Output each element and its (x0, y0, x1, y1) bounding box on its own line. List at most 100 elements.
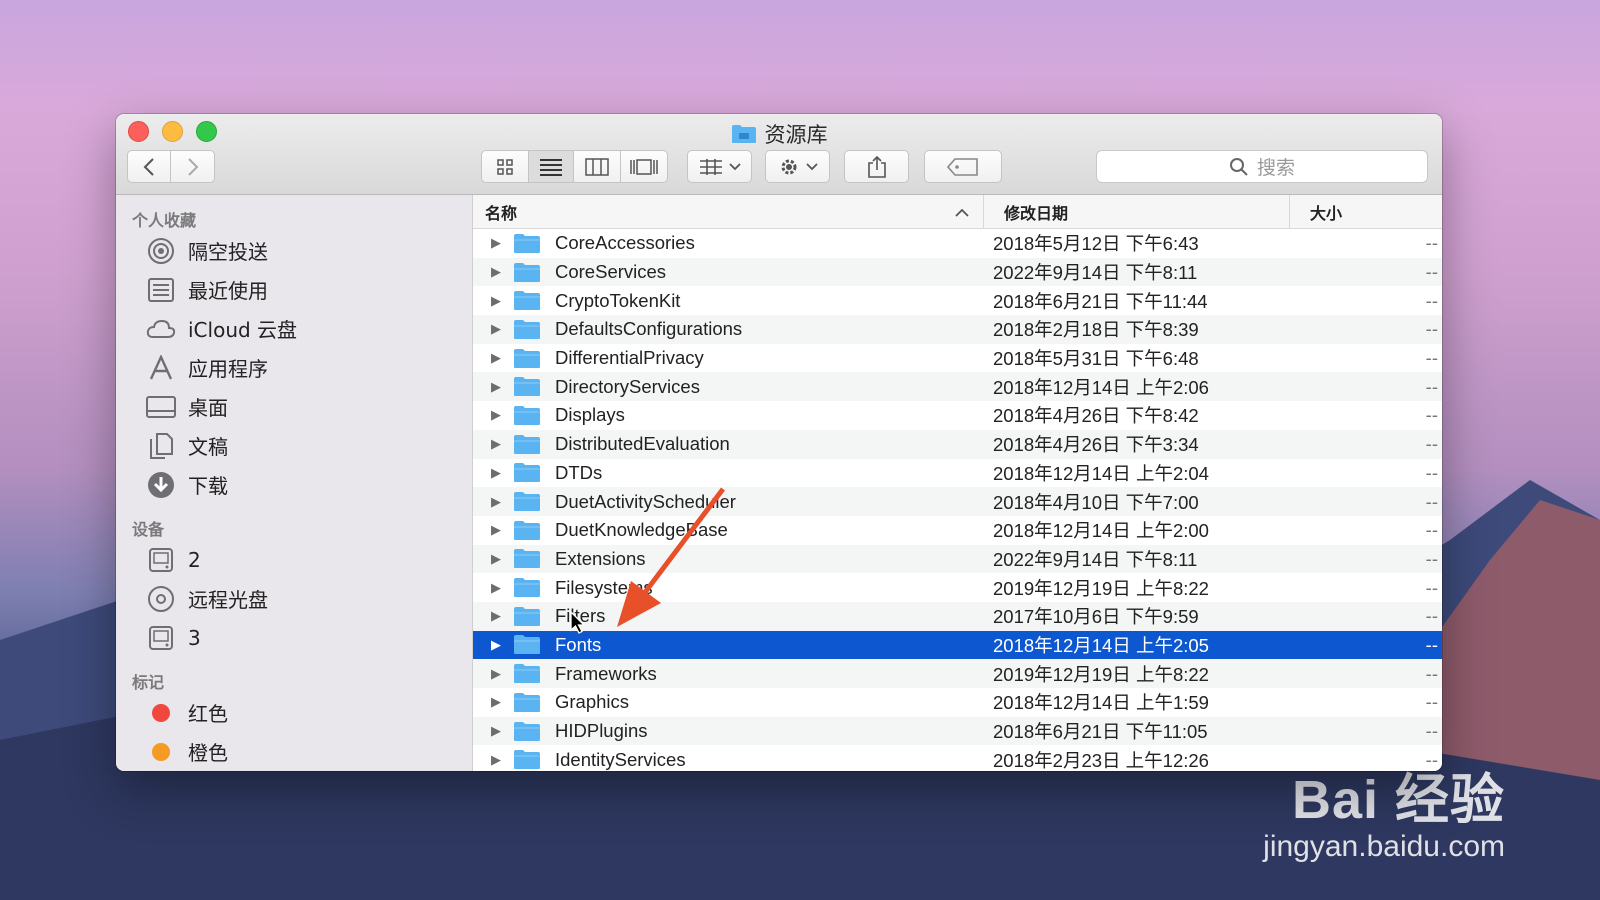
folder-icon (731, 125, 756, 143)
sidebar-item-documents[interactable]: 文稿 (116, 426, 472, 465)
table-row[interactable]: ▶ Frameworks 2019年12月19日 上午8:22 -- (473, 659, 1442, 688)
sidebar-item-label: iCloud 云盘 (188, 318, 298, 342)
disclosure-triangle-icon[interactable]: ▶ (473, 637, 513, 653)
table-row[interactable]: ▶ DuetActivityScheduler 2018年4月10日 下午7:00 -… (473, 487, 1442, 516)
disclosure-triangle-icon[interactable]: ▶ (473, 522, 513, 538)
group-by-button[interactable] (687, 150, 752, 183)
file-size: -- (1425, 490, 1438, 512)
column-header-name[interactable]: 名称 (473, 195, 984, 228)
file-name: DefaultsConfigurations (555, 318, 743, 340)
sidebar-item-recents[interactable]: 最近使用 (116, 270, 472, 309)
disclosure-triangle-icon[interactable]: ▶ (473, 608, 513, 624)
disclosure-triangle-icon[interactable]: ▶ (473, 551, 513, 567)
file-size: -- (1425, 576, 1438, 598)
disclosure-triangle-icon[interactable]: ▶ (473, 465, 513, 481)
disclosure-triangle-icon[interactable]: ▶ (473, 350, 513, 366)
search-placeholder: 搜索 (1256, 157, 1295, 179)
file-size: -- (1425, 261, 1438, 283)
disclosure-triangle-icon[interactable]: ▶ (473, 580, 513, 596)
file-size: -- (1425, 404, 1438, 426)
sidebar-item-downloads[interactable]: 下载 (116, 465, 472, 504)
column-view-button[interactable] (574, 151, 621, 182)
applications-icon (146, 354, 176, 382)
table-row[interactable]: ▶ Fonts 2018年12月14日 上午2:05 -- (473, 630, 1442, 660)
sidebar-item-applications[interactable]: 应用程序 (116, 348, 472, 387)
table-row[interactable]: ▶ Graphics 2018年12月14日 上午1:59 -- (473, 688, 1442, 717)
disclosure-triangle-icon[interactable]: ▶ (473, 293, 513, 309)
disclosure-triangle-icon[interactable]: ▶ (473, 436, 513, 452)
sidebar-item-desktop[interactable]: 桌面 (116, 387, 472, 426)
list-view-button[interactable] (528, 151, 575, 182)
table-row[interactable]: ▶ Filters 2017年10月6日 下午9:59 -- (473, 601, 1442, 631)
recents-icon (146, 276, 176, 304)
edit-tags-button[interactable] (924, 150, 1002, 183)
gallery-view-button[interactable] (621, 151, 667, 182)
disclosure-triangle-icon[interactable]: ▶ (473, 264, 513, 280)
file-size: -- (1425, 347, 1438, 369)
share-button[interactable] (844, 150, 909, 183)
table-row[interactable]: ▶ Displays 2018年4月26日 下午8:42 -- (473, 401, 1442, 430)
sidebar-item-airdrop[interactable]: 隔空投送 (116, 231, 472, 270)
file-date: 2018年12月14日 上午2:00 (993, 520, 1209, 542)
window-title-text: 资源库 (764, 123, 828, 147)
search-field[interactable]: 搜索 (1096, 150, 1428, 183)
table-row[interactable]: ▶ CoreAccessories 2018年5月12日 下午6:43 -- (473, 229, 1442, 258)
file-date: 2018年4月10日 下午7:00 (993, 491, 1199, 513)
table-row[interactable]: ▶ DirectoryServices 2018年12月14日 上午2:06 -- (473, 372, 1442, 402)
chevron-left-icon (143, 157, 154, 176)
file-name: Filesystems (555, 576, 653, 598)
table-row[interactable]: ▶ DistributedEvaluation 2018年4月26日 下午3:34 -… (473, 429, 1442, 459)
table-row[interactable]: ▶ DefaultsConfigurations 2018年2月18日 下午8:39… (473, 315, 1442, 344)
table-row[interactable]: ▶ CoreServices 2022年9月14日 下午8:11 -- (473, 257, 1442, 287)
table-row[interactable]: ▶ Extensions 2022年9月14日 下午8:11 -- (473, 544, 1442, 574)
disclosure-triangle-icon[interactable]: ▶ (473, 494, 513, 510)
icon-view-button[interactable] (482, 151, 529, 182)
folder-icon (513, 606, 543, 627)
disclosure-triangle-icon[interactable]: ▶ (473, 694, 513, 710)
sidebar-item-icloud[interactable]: iCloud 云盘 (116, 309, 472, 348)
disclosure-triangle-icon[interactable]: ▶ (473, 407, 513, 423)
file-name: DuetKnowledgeBase (555, 519, 728, 541)
disclosure-triangle-icon[interactable]: ▶ (473, 321, 513, 337)
file-size: -- (1425, 748, 1438, 770)
disclosure-triangle-icon[interactable]: ▶ (473, 752, 513, 768)
folder-icon (513, 262, 543, 283)
sidebar-item-tag-red[interactable]: 红色 (116, 693, 472, 732)
folder-icon (513, 290, 543, 311)
column-header-date[interactable]: 修改日期 (984, 195, 1290, 228)
table-row[interactable]: ▶ CryptoTokenKit 2018年6月21日 下午11:44 -- (473, 286, 1442, 315)
file-name: DistributedEvaluation (555, 433, 730, 455)
forward-button[interactable] (171, 151, 214, 182)
folder-icon (513, 548, 543, 569)
file-date: 2018年4月26日 下午3:34 (993, 434, 1199, 456)
sidebar-item-tag-orange[interactable]: 橙色 (116, 732, 472, 771)
file-name: Displays (555, 404, 625, 426)
sidebar-item-disk-3[interactable]: 3 (116, 618, 472, 657)
table-row[interactable]: ▶ HIDPlugins 2018年6月21日 下午11:05 -- (473, 716, 1442, 746)
sidebar-item-remote-disc[interactable]: 远程光盘 (116, 579, 472, 618)
action-menu-button[interactable] (765, 150, 830, 183)
table-row[interactable]: ▶ DifferentialPrivacy 2018年5月31日 下午6:48 -- (473, 344, 1442, 373)
sidebar-item-label: 远程光盘 (188, 588, 268, 612)
file-name: Filters (555, 605, 606, 627)
table-row[interactable]: ▶ DuetKnowledgeBase 2018年12月14日 上午2:00 -- (473, 516, 1442, 545)
disclosure-triangle-icon[interactable]: ▶ (473, 723, 513, 739)
search-icon (1229, 157, 1248, 176)
table-row[interactable]: ▶ IdentityServices 2018年2月23日 上午12:26 -- (473, 745, 1442, 771)
file-size: -- (1425, 519, 1438, 541)
sidebar-item-disk-2[interactable]: 2 (116, 540, 472, 579)
table-row[interactable]: ▶ DTDs 2018年12月14日 上午2:04 -- (473, 459, 1442, 488)
disclosure-triangle-icon[interactable]: ▶ (473, 666, 513, 682)
sidebar: 个人收藏 隔空投送 最近使用 iCloud 云盘 应用程序 桌面 文稿 下载 设… (116, 195, 473, 771)
watermark-url: jingyan.baidu.com (1263, 830, 1505, 863)
airdrop-icon (146, 237, 176, 265)
disclosure-triangle-icon[interactable]: ▶ (473, 235, 513, 251)
chevron-right-icon (187, 157, 198, 176)
disclosure-triangle-icon[interactable]: ▶ (473, 379, 513, 395)
back-button[interactable] (128, 151, 172, 182)
table-row[interactable]: ▶ Filesystems 2019年12月19日 上午8:22 -- (473, 573, 1442, 602)
file-size: -- (1425, 433, 1438, 455)
file-date: 2018年12月14日 上午2:05 (993, 634, 1209, 656)
column-header-size[interactable]: 大小 (1290, 195, 1442, 228)
file-size: -- (1425, 232, 1438, 254)
